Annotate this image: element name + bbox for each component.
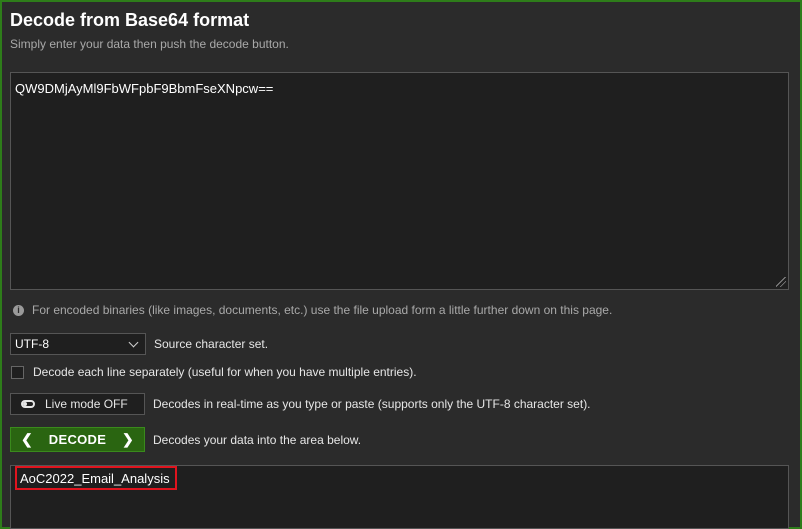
decode-lines-label: Decode each line separately (useful for … (33, 365, 417, 379)
input-value: QW9DMjAyMl9FbWFpbF9BbmFseXNpcw== (15, 81, 274, 96)
charset-label: Source character set. (154, 337, 269, 351)
decode-lines-checkbox[interactable] (11, 365, 24, 379)
charset-row: UTF-8 Source character set. (10, 333, 268, 355)
info-note: i For encoded binaries (like images, doc… (13, 303, 612, 317)
live-mode-toggle-button[interactable]: Live mode OFF (10, 393, 145, 415)
output-highlight-box: AoC2022_Email_Analysis (15, 466, 177, 490)
page-subtitle: Simply enter your data then push the dec… (10, 37, 289, 51)
chevron-right-icon: ❯ (121, 431, 134, 447)
decode-panel: Decode from Base64 format Simply enter y… (2, 2, 800, 529)
resize-handle-icon[interactable] (776, 277, 786, 287)
decode-description: Decodes your data into the area below. (153, 432, 362, 447)
decoded-output-textarea[interactable]: AoC2022_Email_Analysis (10, 465, 789, 529)
base64-input-textarea[interactable]: QW9DMjAyMl9FbWFpbF9BbmFseXNpcw== (10, 72, 789, 290)
decode-lines-row: Decode each line separately (useful for … (10, 365, 417, 379)
info-icon: i (13, 304, 24, 316)
page-title: Decode from Base64 format (10, 10, 250, 30)
decode-button[interactable]: ❮ DECODE ❯ (10, 427, 145, 452)
live-mode-row: Live mode OFF Decodes in real-time as yo… (10, 393, 591, 415)
info-text: For encoded binaries (like images, docum… (32, 303, 613, 317)
charset-selected-value: UTF-8 (15, 337, 49, 351)
output-value: AoC2022_Email_Analysis (20, 470, 170, 486)
chevron-down-icon (128, 337, 139, 347)
chevron-left-icon: ❮ (21, 431, 34, 447)
decode-button-label: DECODE (48, 432, 107, 447)
toggle-icon (21, 400, 35, 408)
charset-select[interactable]: UTF-8 (10, 333, 146, 355)
decode-row: ❮ DECODE ❯ Decodes your data into the ar… (10, 427, 361, 452)
live-mode-description: Decodes in real-time as you type or past… (153, 397, 591, 411)
live-mode-label: Live mode OFF (45, 397, 128, 411)
